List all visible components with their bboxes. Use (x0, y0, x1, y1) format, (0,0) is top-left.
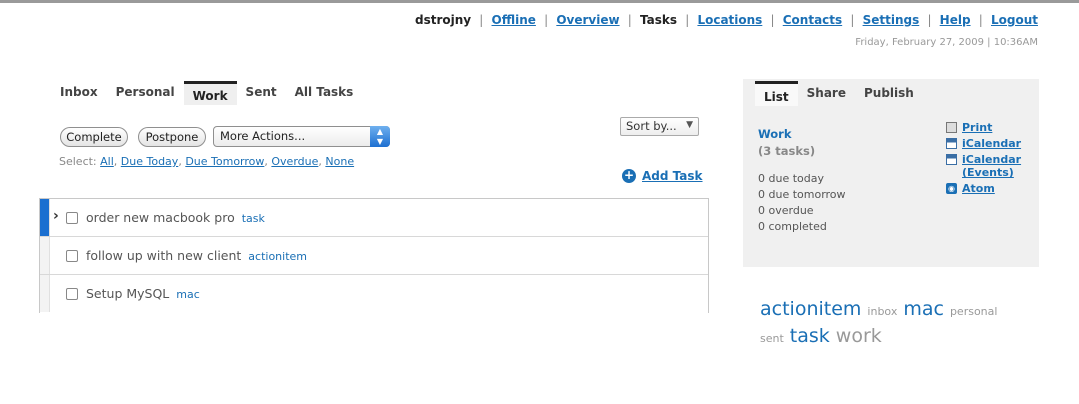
print-action: Print (946, 121, 1026, 134)
row-handle (40, 275, 50, 312)
more-actions-select[interactable]: More Actions... ▲ ▼ (213, 126, 390, 147)
task-count: (3 tasks) (758, 144, 816, 158)
list-name: Work (758, 127, 792, 141)
task-checkbox[interactable] (66, 212, 78, 224)
print-icon (946, 122, 957, 133)
tab-list[interactable]: List (755, 81, 798, 106)
task-list-tabs: Inbox Personal Work Sent All Tasks (51, 81, 362, 105)
select-due-today-link[interactable]: Due Today (121, 155, 179, 168)
nav-settings[interactable]: Settings (863, 13, 920, 27)
tab-publish[interactable]: Publish (855, 81, 923, 106)
username: dstrojny (414, 13, 472, 27)
plus-icon: + (622, 168, 636, 183)
select-overdue-link[interactable]: Overdue (271, 155, 318, 168)
add-task-button[interactable]: + Add Task (622, 169, 703, 183)
icalendar-events-action: iCalendar (Events) (946, 153, 1026, 179)
task-name[interactable]: follow up with new client (86, 248, 241, 263)
stat-overdue: 0 overdue (758, 204, 814, 217)
tag-cloud: actionitem inbox mac personal sent task work (760, 297, 1030, 351)
task-list: › order new macbook pro task follow up w… (39, 198, 709, 313)
nav-help[interactable]: Help (940, 13, 971, 27)
row-handle (40, 237, 50, 274)
calendar-icon (946, 138, 957, 149)
sort-by-select[interactable]: Sort by... ▼ (620, 117, 699, 136)
task-row[interactable]: follow up with new client actionitem (40, 237, 708, 275)
nav-tasks-current: Tasks (640, 13, 678, 27)
date-time: Friday, February 27, 2009 | 10:36AM (855, 37, 1038, 48)
top-navigation: dstrojny | Offline | Overview | Tasks | … (414, 13, 1038, 27)
tab-sent[interactable]: Sent (237, 81, 286, 105)
task-tag[interactable]: actionitem (248, 250, 307, 263)
task-tag[interactable]: mac (176, 288, 200, 301)
tab-personal[interactable]: Personal (107, 81, 184, 105)
icalendar-events-link[interactable]: iCalendar (Events) (962, 153, 1021, 179)
nav-locations[interactable]: Locations (697, 13, 762, 27)
task-checkbox[interactable] (66, 288, 78, 300)
icalendar-action: iCalendar (946, 137, 1026, 150)
task-row[interactable]: › order new macbook pro task (40, 199, 708, 237)
sort-by-label: Sort by... (626, 119, 677, 133)
task-row[interactable]: Setup MySQL mac (40, 275, 708, 313)
postpone-button[interactable]: Postpone (138, 127, 206, 147)
task-tag[interactable]: task (242, 212, 265, 225)
nav-overview[interactable]: Overview (556, 13, 619, 27)
select-all-link[interactable]: All (100, 155, 114, 168)
more-actions-label: More Actions... (220, 129, 306, 143)
panel-tabs: List Share Publish (755, 81, 923, 106)
tag-cloud-item[interactable]: work (836, 325, 882, 347)
tag-cloud-item[interactable]: task (790, 325, 830, 347)
chevron-right-icon: › (53, 208, 59, 224)
stat-completed: 0 completed (758, 220, 827, 233)
tag-cloud-item[interactable]: mac (903, 298, 944, 320)
tag-cloud-item[interactable]: sent (760, 332, 784, 345)
nav-contacts[interactable]: Contacts (783, 13, 842, 27)
complete-button[interactable]: Complete (60, 127, 128, 147)
stat-due-today: 0 due today (758, 172, 824, 185)
print-link[interactable]: Print (962, 121, 992, 134)
list-info-panel: List Share Publish Work (3 tasks) 0 due … (743, 79, 1039, 267)
select-none-link[interactable]: None (325, 155, 354, 168)
icalendar-link[interactable]: iCalendar (962, 137, 1021, 150)
select-prefix: Select: (59, 155, 97, 168)
tab-share[interactable]: Share (798, 81, 855, 106)
tab-inbox[interactable]: Inbox (51, 81, 107, 105)
atom-link[interactable]: Atom (962, 182, 995, 195)
add-task-link[interactable]: Add Task (642, 169, 703, 183)
rss-feed-icon: ◉ (946, 183, 957, 194)
nav-logout[interactable]: Logout (991, 13, 1038, 27)
atom-action: ◉ Atom (946, 182, 1026, 195)
export-actions: Print iCalendar iCalendar (Events) ◉ Ato… (946, 121, 1026, 198)
calendar-icon (946, 154, 957, 165)
chevron-down-icon: ▼ (686, 120, 693, 130)
tab-work[interactable]: Work (183, 81, 237, 105)
window-top-border (0, 0, 1079, 3)
tag-cloud-item[interactable]: inbox (867, 305, 897, 318)
task-name[interactable]: Setup MySQL (86, 286, 169, 301)
task-checkbox[interactable] (66, 250, 78, 262)
selected-indicator (40, 199, 50, 236)
nav-offline[interactable]: Offline (492, 13, 536, 27)
select-due-tomorrow-link[interactable]: Due Tomorrow (185, 155, 264, 168)
select-filter: Select: All, Due Today, Due Tomorrow, Ov… (59, 155, 355, 168)
stat-due-tomorrow: 0 due tomorrow (758, 188, 846, 201)
tag-cloud-item[interactable]: personal (950, 305, 998, 318)
tab-all-tasks[interactable]: All Tasks (286, 81, 363, 105)
select-arrows-icon: ▲ ▼ (370, 126, 390, 147)
tag-cloud-item[interactable]: actionitem (760, 298, 861, 320)
task-name[interactable]: order new macbook pro (86, 210, 235, 225)
